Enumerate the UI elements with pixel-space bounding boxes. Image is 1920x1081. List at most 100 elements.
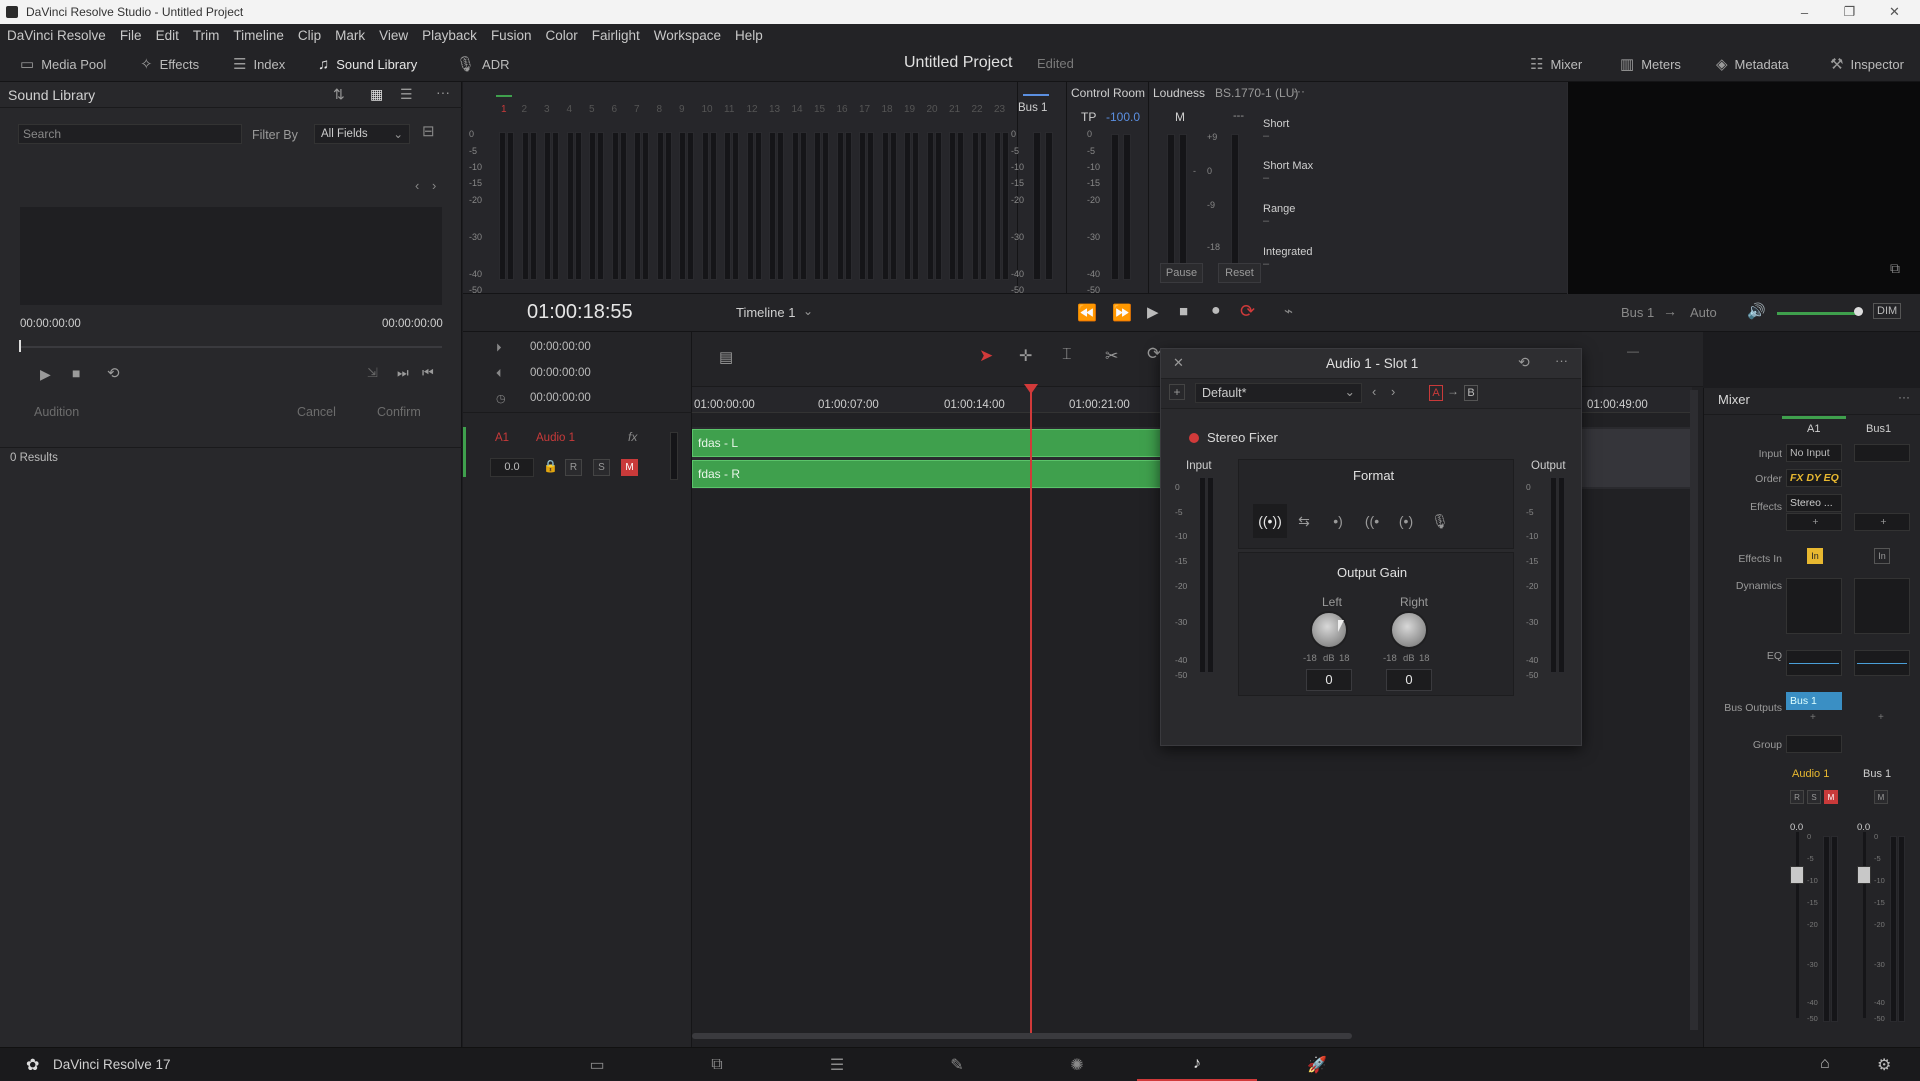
next-clip-icon[interactable]: ⏭ <box>397 365 409 381</box>
next-arrow-icon[interactable]: › <box>432 178 436 193</box>
cut-page-icon[interactable]: ⧉ <box>687 1048 747 1081</box>
settings-gear-icon[interactable]: ⚙ <box>1877 1055 1891 1075</box>
a1-eq-graph[interactable] <box>1786 650 1842 676</box>
mono-sum-icon[interactable]: (•) <box>1389 504 1423 538</box>
range-tool-icon[interactable]: ✛ <box>1019 346 1032 366</box>
inspector-button[interactable]: ⚒ Inspector <box>1830 46 1904 82</box>
a-compare-button[interactable]: A <box>1429 385 1443 401</box>
menu-clip[interactable]: Clip <box>291 28 328 43</box>
right-gain-knob[interactable] <box>1390 611 1428 649</box>
fast-forward-icon[interactable]: ⏩ <box>1112 303 1132 323</box>
menu-fairlight[interactable]: Fairlight <box>585 28 647 43</box>
loop-icon[interactable]: ⟲ <box>107 364 120 382</box>
menu-color[interactable]: Color <box>538 28 584 43</box>
bus1-input-selector[interactable] <box>1854 444 1910 462</box>
timecode-display[interactable]: 01:00:18:55 <box>527 301 633 324</box>
playhead-marker[interactable] <box>1024 384 1038 394</box>
deliver-page-icon[interactable]: 🚀 <box>1287 1048 1347 1081</box>
fairlight-page-icon[interactable]: ♪ <box>1137 1048 1257 1081</box>
edit-tool-icon[interactable]: ⌶ <box>1062 346 1072 364</box>
record-icon[interactable]: ● <box>1211 302 1221 320</box>
right-gain-value[interactable]: 0 <box>1386 669 1432 691</box>
a1-bus-output[interactable]: Bus 1 <box>1786 692 1842 710</box>
confirm-button[interactable]: Confirm <box>377 405 421 419</box>
prev-arrow-icon[interactable]: ‹ <box>415 178 419 193</box>
timeline-selector[interactable]: Timeline 1 <box>736 305 795 320</box>
menu-playback[interactable]: Playback <box>415 28 484 43</box>
clip-left-channel[interactable]: fdas - L <box>692 429 1162 457</box>
list-view-icon[interactable]: ☰ <box>400 86 413 103</box>
prev-preset-icon[interactable]: ‹ <box>1372 384 1376 399</box>
bus1-fader-track[interactable] <box>1863 832 1866 1018</box>
menu-trim[interactable]: Trim <box>186 28 227 43</box>
a1-mute-button[interactable]: M <box>1824 790 1838 804</box>
menu-timeline[interactable]: Timeline <box>226 28 291 43</box>
a1-record-button[interactable]: R <box>1790 790 1804 804</box>
reset-button[interactable]: Reset <box>1218 263 1261 283</box>
menu-help[interactable]: Help <box>728 28 770 43</box>
monitor-bus-label[interactable]: Bus 1 <box>1621 305 1654 320</box>
menu-edit[interactable]: Edit <box>149 28 186 43</box>
cancel-button[interactable]: Cancel <box>297 405 336 419</box>
timeline-vertical-scrollbar[interactable] <box>1690 390 1698 1030</box>
loop-icon[interactable]: ⟳ <box>1240 301 1255 322</box>
playhead[interactable] <box>1030 387 1032 1037</box>
plugin-options-icon[interactable]: ··· <box>1555 353 1568 368</box>
clip-region[interactable] <box>1582 429 1692 487</box>
stereo-format-icon[interactable]: ((•)) <box>1253 504 1287 538</box>
b-compare-button[interactable]: B <box>1464 385 1478 401</box>
menu-davinci-resolve[interactable]: DaVinci Resolve <box>0 28 113 43</box>
record-arm-button[interactable]: R <box>565 459 582 476</box>
right-only-icon[interactable]: •) <box>1321 504 1355 538</box>
monitor-auto-label[interactable]: Auto <box>1690 305 1717 320</box>
pause-button[interactable]: Pause <box>1160 263 1203 283</box>
home-icon[interactable]: ⌂ <box>1820 1055 1830 1073</box>
automation-icon[interactable]: ⌁ <box>1284 302 1293 320</box>
index-button[interactable]: ☰ Index <box>233 46 285 82</box>
play-icon[interactable]: ▶ <box>40 366 51 383</box>
play-icon[interactable]: ▶ <box>1147 303 1159 321</box>
track-volume[interactable]: 0.0 <box>490 458 534 477</box>
sound-library-button[interactable]: ♫ Sound Library <box>318 46 417 82</box>
plugin-bypass-toggle[interactable] <box>1189 433 1199 443</box>
solo-button[interactable]: S <box>593 459 610 476</box>
left-only-icon[interactable]: ((• <box>1355 504 1389 538</box>
a1-fader-track[interactable] <box>1796 832 1799 1018</box>
search-input[interactable]: Search <box>18 124 242 144</box>
maximize-button[interactable]: ❐ <box>1827 0 1872 24</box>
mixer-button[interactable]: ☷ Mixer <box>1530 46 1582 82</box>
timeline-view-icon[interactable]: ▤ <box>719 348 733 366</box>
bus1-mute-button[interactable]: M <box>1874 790 1888 804</box>
track-name[interactable]: Audio 1 <box>536 432 575 444</box>
monitor-volume-slider[interactable] <box>1777 312 1859 315</box>
reset-plugin-icon[interactable]: ⟲ <box>1518 354 1530 371</box>
razor-tool-icon[interactable]: ✂ <box>1105 346 1118 366</box>
bus1-fader-handle[interactable] <box>1857 866 1871 884</box>
effects-button[interactable]: ✧ Effects <box>140 46 199 82</box>
bus1-eq-graph[interactable] <box>1854 650 1910 676</box>
meters-button[interactable]: ▥ Meters <box>1620 46 1681 82</box>
add-preset-icon[interactable]: + <box>1169 384 1185 400</box>
prev-clip-icon[interactable]: ⏮ <box>422 365 434 381</box>
close-button[interactable]: ✕ <box>1872 0 1917 24</box>
viewer-popout-icon[interactable]: ⧉ <box>1890 260 1900 277</box>
a1-effects-in-button[interactable]: In <box>1807 548 1823 564</box>
a1-input-selector[interactable]: No Input <box>1786 444 1842 462</box>
preset-dropdown[interactable]: Default* ⌄ <box>1195 383 1362 403</box>
selection-tool-icon[interactable]: ➤ <box>979 346 993 366</box>
metadata-button[interactable]: ◈ Metadata <box>1716 46 1789 82</box>
bus1-effects-in-button[interactable]: In <box>1874 548 1890 564</box>
chevron-down-icon[interactable]: ⌄ <box>803 304 813 318</box>
edit-page-icon[interactable]: ☰ <box>807 1048 867 1081</box>
zoom-slider-hint[interactable]: — <box>1627 344 1639 358</box>
a1-dynamics-graph[interactable] <box>1786 578 1842 634</box>
swap-channels-icon[interactable]: ⇆ <box>1287 504 1321 538</box>
dual-mono-icon[interactable]: 🎙 <box>1423 504 1457 538</box>
stop-icon[interactable]: ■ <box>72 365 80 381</box>
fusion-page-icon[interactable]: ✎ <box>927 1048 987 1081</box>
menu-mark[interactable]: Mark <box>328 28 372 43</box>
minimize-button[interactable]: – <box>1782 0 1827 24</box>
more-options-icon[interactable]: ··· <box>436 84 450 100</box>
a1-add-bus[interactable]: + <box>1810 712 1816 723</box>
sort-icon[interactable]: ⇅ <box>333 86 345 103</box>
